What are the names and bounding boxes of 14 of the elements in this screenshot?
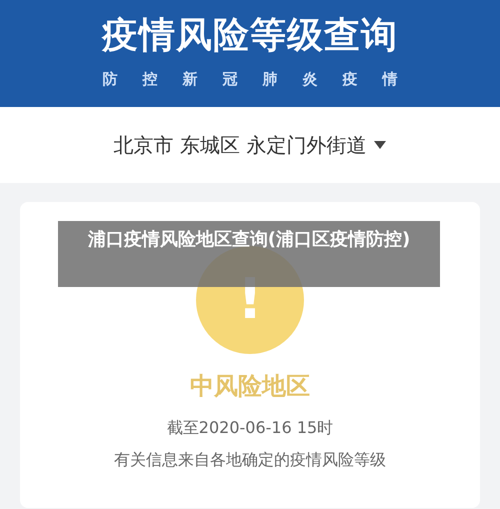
subtitle-character: 肺 <box>262 69 278 90</box>
subtitle-character: 情 <box>382 69 398 90</box>
subtitle-character: 控 <box>142 69 158 90</box>
subtitle-character: 冠 <box>222 69 238 90</box>
caret-icon <box>374 141 386 149</box>
update-time: 截至2020-06-16 15时 <box>166 417 334 439</box>
risk-level-label: 中风险地区 <box>190 371 310 402</box>
subtitle-character: 疫 <box>342 69 358 90</box>
subtitle-character: 防 <box>102 69 118 90</box>
page-title: 疫情风险等级查询 <box>102 14 398 58</box>
subtitle-character: 新 <box>182 69 198 90</box>
caption-overlay: 浦口疫情风险地区查询(浦口区疫情防控) <box>58 221 440 287</box>
subtitle-character: 炎 <box>302 69 318 90</box>
source-note: 有关信息来自各地确定的疫情风险等级 <box>114 449 386 471</box>
